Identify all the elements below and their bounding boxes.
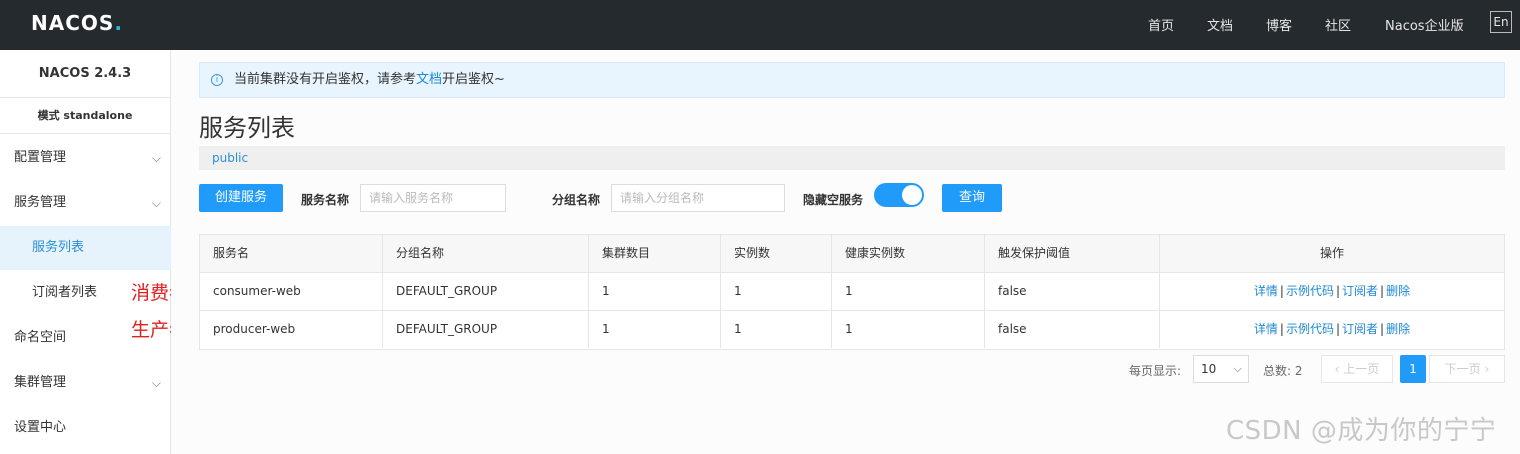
subscriber-link[interactable]: 订阅者 xyxy=(1342,284,1378,298)
watermark: CSDN @成为你的宁宁 xyxy=(1226,416,1497,446)
healthy-count-cell: 1 xyxy=(832,273,985,310)
detail-link[interactable]: 详情 xyxy=(1254,284,1278,298)
notice-text-suffix: 开启鉴权~ xyxy=(442,72,505,87)
namespace-bar: public xyxy=(199,146,1505,170)
protect-threshold-cell: false xyxy=(985,311,1160,348)
column-header-actions: 操作 xyxy=(1319,246,1344,260)
notice-docs-link[interactable]: 文档 xyxy=(416,72,442,87)
sidebar-item-cluster-management[interactable]: 集群管理 ⌵ xyxy=(0,361,171,405)
namespace-public[interactable]: public xyxy=(212,151,248,165)
group-name-cell: DEFAULT_GROUP xyxy=(383,311,589,348)
mode-label: 模式 standalone xyxy=(0,98,170,134)
action-separator: | xyxy=(1335,284,1341,298)
hide-empty-label: 隐藏空服务 xyxy=(803,193,864,207)
table-row: consumer-web DEFAULT_GROUP 1 1 1 false 详… xyxy=(200,273,1504,311)
total-count-label: 总数: 2 xyxy=(1263,364,1303,378)
chevron-down-icon: ⌵ xyxy=(1233,362,1242,375)
version-label: NACOS 2.4.3 xyxy=(0,50,170,98)
chevron-left-icon: ‹ xyxy=(1334,362,1344,376)
next-page-button[interactable]: 下一页 › xyxy=(1429,355,1505,383)
page-size-value: 10 xyxy=(1201,362,1217,376)
sidebar-item-settings[interactable]: 设置中心 xyxy=(0,406,171,450)
sidebar-item-label: 服务管理 xyxy=(14,195,67,210)
column-header-instance-count: 实例数 xyxy=(721,235,832,272)
protect-threshold-cell: false xyxy=(985,273,1160,310)
main-content: i 当前集群没有开启鉴权，请参考文档开启鉴权~ 服务列表 public 创建服务… xyxy=(171,50,1520,454)
service-name-cell: consumer-web xyxy=(200,273,383,310)
column-header-service-name: 服务名 xyxy=(200,235,383,272)
cluster-count-cell: 1 xyxy=(589,273,721,310)
instance-count-cell: 1 xyxy=(721,273,832,310)
column-header-cluster-count: 集群数目 xyxy=(589,235,721,272)
nav-home[interactable]: 首页 xyxy=(1148,15,1174,34)
healthy-count-cell: 1 xyxy=(832,311,985,348)
nav-blog[interactable]: 博客 xyxy=(1266,15,1292,34)
action-separator: | xyxy=(1279,284,1284,298)
page-size-label: 每页显示: xyxy=(1129,364,1182,378)
sidebar-item-label: 配置管理 xyxy=(14,150,67,165)
service-name-cell: producer-web xyxy=(200,311,383,348)
query-button[interactable]: 查询 xyxy=(942,184,1002,212)
service-table: 服务名 分组名称 集群数目 实例数 健康实例数 触发保护阈值 操作 consum… xyxy=(199,234,1505,350)
sidebar-item-label: 服务列表 xyxy=(32,240,85,255)
top-navigation-bar: NACOS. 首页 文档 博客 社区 Nacos企业版 En xyxy=(0,0,1520,50)
toggle-knob xyxy=(902,185,922,205)
language-toggle-button[interactable]: En xyxy=(1490,11,1512,33)
cluster-count-cell: 1 xyxy=(589,311,721,348)
chevron-down-icon: ⌵ xyxy=(151,151,161,165)
detail-link[interactable]: 详情 xyxy=(1254,322,1278,336)
sidebar-item-config-management[interactable]: 配置管理 ⌵ xyxy=(0,136,171,180)
sidebar: NACOS 2.4.3 模式 standalone 配置管理 ⌵ 服务管理 ⌵ … xyxy=(0,50,171,454)
sample-code-link[interactable]: 示例代码 xyxy=(1286,284,1334,298)
nav-enterprise[interactable]: Nacos企业版 xyxy=(1385,15,1464,34)
sidebar-item-label: 命名空间 xyxy=(14,330,67,345)
chevron-down-icon: ⌵ xyxy=(151,376,161,390)
sample-code-link[interactable]: 示例代码 xyxy=(1286,322,1334,336)
actions-cell: 详情 | 示例代码 | 订阅者 | 删除 xyxy=(1160,311,1504,348)
sidebar-item-service-management[interactable]: 服务管理 ⌵ xyxy=(0,181,171,225)
delete-link[interactable]: 删除 xyxy=(1386,284,1410,298)
sidebar-item-service-list[interactable]: 服务列表 xyxy=(0,226,171,270)
group-name-cell: DEFAULT_GROUP xyxy=(383,273,589,310)
auth-notice-banner: i 当前集群没有开启鉴权，请参考文档开启鉴权~ xyxy=(199,62,1505,98)
chevron-down-icon: ⌵ xyxy=(151,196,161,210)
table-row: producer-web DEFAULT_GROUP 1 1 1 false 详… xyxy=(200,311,1504,349)
sidebar-item-label: 集群管理 xyxy=(14,375,67,390)
page-size-select[interactable]: 10 ⌵ xyxy=(1193,355,1249,383)
column-header-healthy-count: 健康实例数 xyxy=(832,235,985,272)
delete-link[interactable]: 删除 xyxy=(1386,322,1410,336)
nav-community[interactable]: 社区 xyxy=(1325,15,1351,34)
column-header-protect-threshold: 触发保护阈值 xyxy=(985,235,1160,272)
sidebar-item-label: 订阅者列表 xyxy=(32,285,98,300)
subscriber-link[interactable]: 订阅者 xyxy=(1342,322,1378,336)
next-page-label: 下一页 xyxy=(1444,362,1481,376)
prev-page-label: 上一页 xyxy=(1343,362,1380,376)
hide-empty-toggle[interactable] xyxy=(874,183,924,207)
action-separator: | xyxy=(1380,322,1385,336)
notice-text: 当前集群没有开启鉴权，请参考 xyxy=(234,72,417,87)
nav-docs[interactable]: 文档 xyxy=(1207,15,1233,34)
table-header-row: 服务名 分组名称 集群数目 实例数 健康实例数 触发保护阈值 操作 xyxy=(200,235,1504,273)
page-number-current[interactable]: 1 xyxy=(1400,355,1426,383)
actions-cell: 详情 | 示例代码 | 订阅者 | 删除 xyxy=(1160,273,1504,310)
group-name-label: 分组名称 xyxy=(552,193,601,207)
page-title: 服务列表 xyxy=(199,114,295,142)
action-separator: | xyxy=(1380,284,1385,298)
nacos-logo[interactable]: NACOS. xyxy=(31,11,123,35)
sidebar-item-label: 设置中心 xyxy=(14,420,67,435)
group-name-input[interactable] xyxy=(611,184,785,212)
create-service-button[interactable]: 创建服务 xyxy=(199,184,283,212)
service-name-input[interactable] xyxy=(360,184,506,212)
column-header-group-name: 分组名称 xyxy=(383,235,589,272)
prev-page-button[interactable]: ‹ 上一页 xyxy=(1321,355,1393,383)
chevron-right-icon: › xyxy=(1480,362,1490,376)
action-separator: | xyxy=(1279,322,1284,336)
info-icon: i xyxy=(211,74,223,86)
service-name-label: 服务名称 xyxy=(301,193,350,207)
action-separator: | xyxy=(1335,322,1341,336)
instance-count-cell: 1 xyxy=(721,311,832,348)
